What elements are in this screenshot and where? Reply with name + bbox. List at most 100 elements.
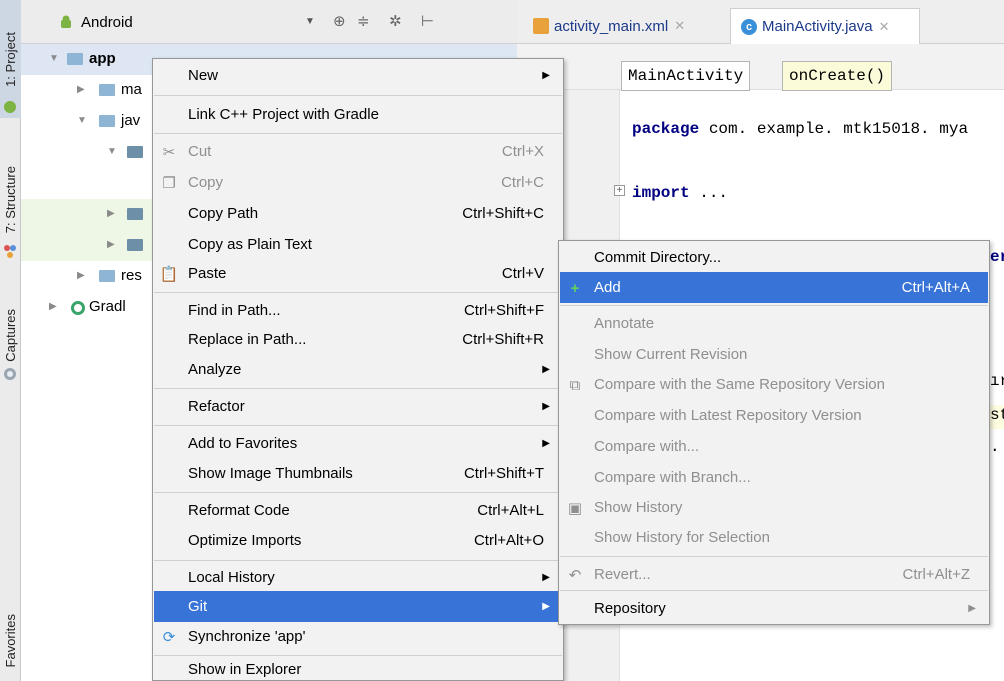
package-icon	[127, 208, 143, 220]
captures-tool-tab[interactable]: Captures	[0, 285, 21, 385]
menu-item-cut[interactable]: ✂ Cut Ctrl+X	[154, 136, 562, 167]
code-line-package: package com. example. mtk15018. mya	[632, 120, 968, 138]
menu-item-show-history-selection[interactable]: Show History for Selection	[560, 522, 988, 553]
project-tab-label: 1: Project	[3, 31, 18, 87]
menu-item-label: Compare with...	[594, 438, 700, 455]
menu-separator	[154, 492, 562, 493]
breadcrumb: MainActivity onCreate()	[517, 44, 1004, 91]
folder-icon	[99, 115, 115, 127]
favorites-tool-tab[interactable]: Favorites	[0, 600, 21, 681]
menu-item-refactor[interactable]: Refactor ▶	[154, 391, 562, 422]
android-icon	[4, 101, 16, 113]
menu-item-label: Commit Directory...	[594, 249, 722, 266]
menu-item-replace-in-path[interactable]: Replace in Path... Ctrl+Shift+R	[154, 324, 562, 355]
tab-activity-main-xml[interactable]: activity_main.xml ✕	[527, 8, 691, 44]
collapse-arrow-icon[interactable]: ▶	[107, 208, 115, 219]
menu-item-label: Show in Explorer	[188, 661, 302, 678]
menu-item-label: Revert...	[594, 566, 651, 583]
menu-item-add-to-favorites[interactable]: Add to Favorites ▶	[154, 428, 562, 459]
scissors-icon: ✂	[162, 144, 176, 161]
menu-item-link-cpp[interactable]: Link C++ Project with Gradle	[154, 99, 562, 130]
paste-icon: 📋	[159, 266, 179, 283]
menu-item-show-in-explorer[interactable]: Show in Explorer	[154, 658, 562, 681]
menu-item-synchronize[interactable]: ⟳ Synchronize 'app'	[154, 621, 562, 652]
menu-item-show-history[interactable]: ▣ Show History	[560, 492, 988, 523]
menu-item-shortcut: Ctrl+X	[501, 143, 544, 160]
structure-tool-tab[interactable]: 7: Structure	[0, 140, 21, 260]
menu-item-label: Copy	[188, 174, 224, 191]
code-fragment: st	[990, 406, 1004, 424]
submenu-arrow-icon: ▶	[968, 603, 976, 614]
context-menu: New ▶ Link C++ Project with Gradle ✂ Cut…	[152, 58, 564, 681]
menu-item-git[interactable]: Git ▶	[154, 591, 562, 622]
menu-item-annotate[interactable]: Annotate	[560, 308, 988, 339]
menu-item-label: Annotate	[594, 315, 655, 332]
chevron-down-icon[interactable]: ▼	[305, 16, 315, 27]
menu-item-label: Compare with the Same Repository Version	[594, 376, 885, 393]
breadcrumb-class[interactable]: MainActivity	[621, 61, 751, 91]
menu-item-label: Paste	[188, 265, 227, 282]
tree-item-label: Gradl	[89, 298, 126, 315]
tool-window-strip: 1: Project 7: Structure Captures Favorit…	[0, 0, 21, 681]
menu-item-label: Compare with Branch...	[594, 469, 751, 486]
menu-item-revert[interactable]: ↶ Revert... Ctrl+Alt+Z	[560, 559, 988, 590]
revert-icon: ↶	[568, 567, 582, 584]
menu-item-label: Repository	[594, 600, 666, 617]
ide-window: 1: Project 7: Structure Captures Favorit…	[0, 0, 1004, 681]
expand-arrow-icon[interactable]: ▼	[107, 146, 117, 157]
hide-icon[interactable]: ⊢	[421, 12, 434, 30]
menu-item-optimize-imports[interactable]: Optimize Imports Ctrl+Alt+O	[154, 525, 562, 556]
class-icon: c	[741, 18, 757, 35]
code-fragment: . c	[990, 438, 1004, 456]
camera-icon	[4, 368, 16, 380]
menu-item-add[interactable]: + Add Ctrl+Alt+A	[560, 272, 988, 303]
menu-item-label: Show History for Selection	[594, 529, 770, 546]
menu-item-copy-path[interactable]: Copy Path Ctrl+Shift+C	[154, 198, 562, 229]
menu-item-analyze[interactable]: Analyze ▶	[154, 354, 562, 385]
captures-tab-label: Captures	[3, 308, 18, 362]
collapse-arrow-icon[interactable]: ▶	[107, 239, 115, 250]
target-icon[interactable]: ⊕	[333, 12, 346, 30]
menu-item-compare-same-repo[interactable]: ⧉ Compare with the Same Repository Versi…	[560, 369, 988, 400]
menu-item-shortcut: Ctrl+Shift+F	[463, 302, 544, 319]
project-tool-tab[interactable]: 1: Project	[0, 0, 21, 118]
menu-item-label: Cut	[188, 143, 212, 160]
menu-item-new[interactable]: New ▶	[154, 60, 562, 91]
gear-icon[interactable]: ✲	[389, 12, 402, 30]
menu-separator	[154, 560, 562, 561]
editor-tab-bar: activity_main.xml ✕ c MainActivity.java …	[517, 0, 1004, 44]
menu-item-copy-plain-text[interactable]: Copy as Plain Text	[154, 229, 562, 260]
tree-item-label: ma	[121, 81, 142, 98]
submenu-arrow-icon: ▶	[542, 70, 550, 81]
view-selector[interactable]: Android	[81, 14, 133, 31]
tab-main-activity-java[interactable]: c MainActivity.java ✕	[730, 8, 920, 44]
expand-arrow-icon[interactable]: ▼	[49, 53, 59, 64]
menu-item-find-in-path[interactable]: Find in Path... Ctrl+Shift+F	[154, 295, 562, 326]
menu-item-local-history[interactable]: Local History ▶	[154, 562, 562, 593]
collapse-icon[interactable]: ≑	[357, 12, 370, 30]
collapse-arrow-icon[interactable]: ▶	[49, 301, 57, 312]
menu-separator	[154, 425, 562, 426]
menu-item-compare-latest-repo[interactable]: Compare with Latest Repository Version	[560, 400, 988, 431]
copy-icon: ❐	[162, 175, 176, 192]
close-icon[interactable]: ✕	[879, 19, 890, 35]
menu-item-repository[interactable]: Repository ▶	[560, 593, 988, 624]
menu-item-show-image-thumbnails[interactable]: Show Image Thumbnails Ctrl+Shift+T	[154, 458, 562, 489]
collapse-arrow-icon[interactable]: ▶	[77, 84, 85, 95]
menu-item-show-current-revision[interactable]: Show Current Revision	[560, 339, 988, 370]
gradle-icon	[71, 301, 85, 315]
menu-item-paste[interactable]: 📋 Paste Ctrl+V	[154, 258, 562, 289]
menu-item-reformat-code[interactable]: Reformat Code Ctrl+Alt+L	[154, 495, 562, 526]
breadcrumb-method[interactable]: onCreate()	[782, 61, 893, 91]
menu-item-compare-with[interactable]: Compare with...	[560, 431, 988, 462]
menu-item-compare-with-branch[interactable]: Compare with Branch...	[560, 462, 988, 493]
expand-arrow-icon[interactable]: ▼	[77, 115, 87, 126]
menu-item-copy[interactable]: ❐ Copy Ctrl+C	[154, 167, 562, 198]
menu-item-label: Synchronize 'app'	[188, 628, 306, 645]
menu-item-commit-directory[interactable]: Commit Directory...	[560, 242, 988, 273]
collapse-arrow-icon[interactable]: ▶	[77, 270, 85, 281]
close-icon[interactable]: ✕	[674, 18, 685, 34]
menu-separator	[154, 655, 562, 656]
fold-icon[interactable]: +	[614, 185, 625, 196]
structure-icon	[4, 245, 16, 258]
